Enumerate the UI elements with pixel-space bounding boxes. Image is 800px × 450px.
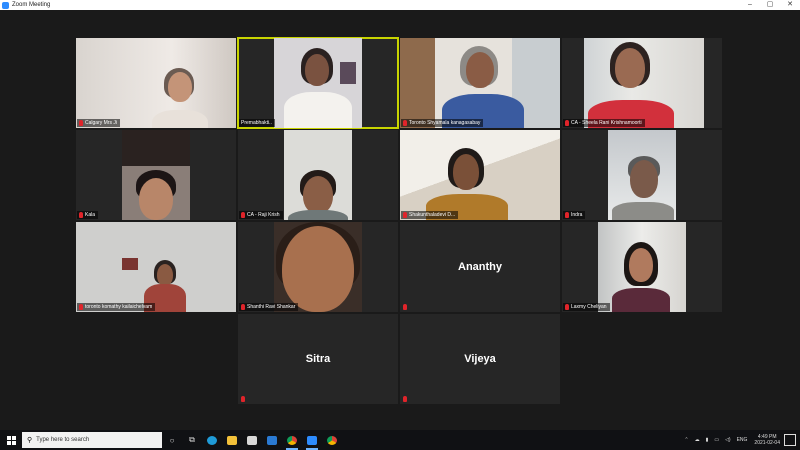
participant-name-label: CA - Sheela Rani Krishnamoorti	[563, 119, 645, 127]
edge-icon[interactable]	[202, 430, 222, 450]
notifications-icon[interactable]	[784, 434, 796, 446]
close-button[interactable]: ✕	[780, 0, 800, 10]
participant-video	[608, 130, 676, 220]
participant-name-label: Premabhakti..	[239, 119, 275, 127]
participant-video	[76, 222, 236, 312]
participant-name-label	[401, 395, 412, 403]
participant-video	[274, 38, 362, 128]
maximize-button[interactable]: ▢	[760, 0, 780, 10]
participant-tile-no-video[interactable]: Ananthy	[400, 222, 560, 312]
participant-name-label	[401, 303, 412, 311]
mic-muted-icon	[79, 304, 83, 310]
clock-date: 2021-02-04	[754, 440, 780, 446]
participant-video	[122, 130, 190, 220]
mic-muted-icon	[241, 396, 245, 402]
participant-display-name: Ananthy	[458, 261, 502, 273]
cortana-icon[interactable]: ○	[162, 430, 182, 450]
participant-video	[400, 130, 560, 220]
participant-tile[interactable]: Kala	[76, 130, 236, 220]
mic-muted-icon	[79, 212, 83, 218]
search-placeholder: Type here to search	[36, 437, 90, 443]
participant-name-label: Indra	[563, 211, 586, 219]
participant-video	[284, 130, 352, 220]
network-icon[interactable]: ▭	[714, 437, 719, 443]
participant-tile[interactable]: CA - Sheela Rani Krishnamoorti	[562, 38, 722, 128]
participant-name-label: Toronto Shyamala kanagasabay	[401, 119, 484, 127]
participant-tile[interactable]: Shakunthaladevi D...	[400, 130, 560, 220]
participant-tile-no-video[interactable]: Sitra	[238, 314, 398, 404]
mic-muted-icon	[403, 304, 407, 310]
start-button[interactable]	[0, 430, 22, 450]
participant-name-label: Shakunthaladevi D...	[401, 211, 459, 219]
participant-video	[598, 222, 686, 312]
search-icon: ⚲	[27, 437, 33, 444]
minimize-button[interactable]: –	[740, 0, 760, 10]
task-view-icon[interactable]: ⧉	[182, 430, 202, 450]
mic-muted-icon	[403, 396, 407, 402]
participant-tile-active-speaker[interactable]: Premabhakti..	[237, 37, 399, 129]
participant-video	[76, 38, 236, 128]
mic-muted-icon	[79, 120, 83, 126]
mic-muted-icon	[565, 212, 569, 218]
window-title: Zoom Meeting	[12, 2, 51, 8]
mic-muted-icon	[241, 304, 245, 310]
gallery-view: Calgary Mrs Ji Premabhakti.. Toronto Shy…	[0, 10, 800, 430]
volume-icon[interactable]: ◁)	[725, 437, 731, 443]
participant-name-label	[239, 395, 250, 403]
file-explorer-icon[interactable]	[222, 430, 242, 450]
show-hidden-icons-icon[interactable]: ⌃	[684, 437, 688, 443]
windows-logo-icon	[6, 435, 16, 445]
weather-icon[interactable]: ☁	[695, 437, 700, 443]
participant-name-label: Shanthi Ravi Shankar	[239, 303, 299, 311]
mic-muted-icon	[403, 120, 407, 126]
zoom-logo-icon	[2, 1, 9, 9]
chrome-icon[interactable]	[322, 430, 342, 450]
participant-name-label: CA - Raji Krish	[239, 211, 283, 219]
store-icon[interactable]	[242, 430, 262, 450]
participant-display-name: Vijeya	[464, 353, 496, 365]
mail-icon[interactable]	[262, 430, 282, 450]
mic-muted-icon	[565, 304, 569, 310]
participant-tile[interactable]: CA - Raji Krish	[238, 130, 398, 220]
system-tray: ⌃ ☁ ▮ ▭ ◁) ENG 4:49 PM 2021-02-04	[681, 434, 800, 446]
participant-tile[interactable]: Laxmy Cheliyan	[562, 222, 722, 312]
participant-tile[interactable]: Calgary Mrs Ji	[76, 38, 236, 128]
clock[interactable]: 4:49 PM 2021-02-04	[754, 434, 780, 446]
title-bar: Zoom Meeting – ▢ ✕	[0, 0, 800, 10]
mic-muted-icon	[565, 120, 569, 126]
participant-tile[interactable]: Shanthi Ravi Shankar	[238, 222, 398, 312]
participant-video	[400, 38, 560, 128]
participant-name-label: Calgary Mrs Ji	[77, 119, 120, 127]
participant-tile[interactable]: Toronto Shyamala kanagasabay	[400, 38, 560, 128]
windows-taskbar: ⚲ Type here to search ○ ⧉ ⌃ ☁ ▮ ▭ ◁) ENG…	[0, 430, 800, 450]
participant-tile-no-video[interactable]: Vijeya	[400, 314, 560, 404]
taskbar-search-box[interactable]: ⚲ Type here to search	[22, 432, 162, 448]
battery-icon[interactable]: ▮	[706, 437, 709, 443]
participant-video	[584, 38, 704, 128]
mic-muted-icon	[403, 212, 407, 218]
input-language[interactable]: ENG	[737, 437, 748, 443]
participant-video	[274, 222, 362, 312]
participant-display-name: Sitra	[305, 353, 331, 365]
participant-tile[interactable]: toronto komathy kailaichelvam	[76, 222, 236, 312]
participant-tile[interactable]: Indra	[562, 130, 722, 220]
zoom-icon[interactable]	[302, 430, 322, 450]
chrome-icon[interactable]	[282, 430, 302, 450]
mic-muted-icon	[241, 212, 245, 218]
participant-name-label: toronto komathy kailaichelvam	[77, 303, 156, 311]
participant-name-label: Laxmy Cheliyan	[563, 303, 610, 311]
participant-name-label: Kala	[77, 211, 99, 219]
